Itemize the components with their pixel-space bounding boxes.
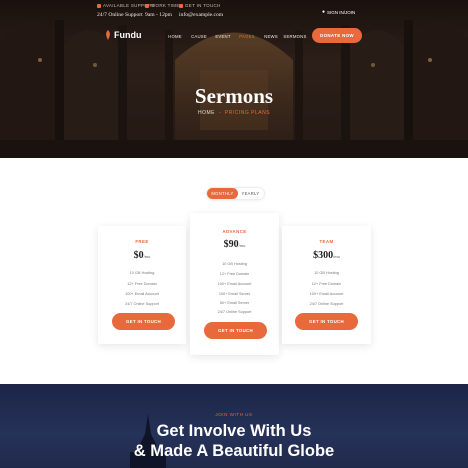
cta-kicker: Join With Us (215, 412, 253, 417)
nav-item-event[interactable]: Event (211, 34, 235, 39)
mail-icon (179, 3, 183, 8)
pricing-card-team: Team $300/mo 10 GB Hosting 12+ Free Doma… (282, 226, 371, 344)
nav-item-news[interactable]: News (259, 34, 283, 39)
plan-feature: 24/7 Online Support (309, 302, 344, 306)
contact-label: Get in touch (179, 3, 221, 8)
toggle-monthly[interactable]: Monthly (207, 188, 238, 199)
flame-logo-icon (106, 30, 110, 40)
top-info-bar: Available Support 24/7 Online Support Wo… (97, 3, 407, 23)
plan-price: $0/mo (133, 250, 151, 261)
breadcrumb: Home - Pricing Plans (0, 110, 468, 116)
nav-item-home[interactable]: Home (163, 34, 187, 39)
pricing-card-free: Free $0/mo 10 GB Hosting 12+ Free Domain… (98, 226, 186, 344)
cta-heading-line2: & Made A Beautiful Globe (133, 442, 335, 460)
plan-feature: 12+ Free Domain (219, 272, 250, 276)
plan-feature: 12+ Free Domain (311, 282, 342, 286)
breadcrumb-separator: - (218, 110, 222, 116)
pricing-card-advance: Advance $90/mo 10 GB Hosting 12+ Free Do… (190, 213, 279, 355)
plan-feature: 24/7 Online Support (217, 310, 252, 314)
nav-item-cause[interactable]: Cause (187, 34, 211, 39)
hero-banner (0, 0, 468, 158)
page: Available Support 24/7 Online Support Wo… (0, 0, 468, 468)
get-in-touch-button[interactable]: Get In Touch (112, 313, 175, 330)
plan-feature: 100+ Email Account (217, 282, 252, 286)
donate-now-button[interactable]: Donate Now (312, 28, 362, 43)
billing-period-toggle: Monthly Yearly (206, 187, 265, 200)
nav-item-sermons[interactable]: Sermons (283, 34, 307, 39)
plan-price: $90/mo (223, 239, 246, 250)
plan-feature: 24/7 Online Support (125, 302, 159, 306)
plan-feature: 100+ Email Server (218, 292, 251, 296)
contact-email[interactable]: info@example.com (179, 12, 223, 18)
site-logo[interactable]: Fundu (105, 30, 142, 40)
get-in-touch-button[interactable]: Get In Touch (295, 313, 358, 330)
nav-menu: Home Cause Event Pages News Sermons (163, 34, 307, 39)
breadcrumb-home[interactable]: Home (198, 110, 215, 116)
plan-feature: 10 GB Hosting (129, 271, 155, 275)
plan-feature: 100+ Email Account (125, 292, 159, 296)
plan-name: Free (135, 239, 149, 244)
user-icon: ● (322, 9, 326, 15)
plan-feature: 100+ Email Account (309, 292, 344, 296)
breadcrumb-current: Pricing Plans (224, 110, 271, 116)
logo-text: Fundu (114, 30, 142, 40)
hero-overlay (0, 0, 468, 158)
clock-icon (145, 3, 149, 8)
plan-feature: 10 GB Hosting (222, 262, 247, 266)
nav-item-pages[interactable]: Pages (235, 34, 259, 39)
cta-heading-line1: Get Involve With Us (156, 422, 312, 440)
plan-feature: 10 GB Hosting (314, 271, 339, 275)
support-value: 24/7 Online Support (97, 12, 143, 18)
plan-feature: 50+ Email Server (219, 301, 250, 305)
plan-price: $300/mo (313, 250, 340, 261)
toggle-yearly[interactable]: Yearly (237, 188, 264, 199)
get-in-touch-button[interactable]: Get In Touch (204, 322, 267, 339)
work-time-value: 9am - 12pm (145, 12, 173, 18)
plan-name: Team (319, 239, 334, 244)
plan-name: Advance (222, 229, 247, 234)
plan-feature: 12+ Free Domain (127, 282, 157, 286)
work-time-label: Work Time (145, 3, 180, 8)
login-link[interactable]: ● Sign in/Join (322, 9, 355, 15)
phone-icon (97, 3, 101, 8)
page-title: Sermons (194, 84, 274, 108)
